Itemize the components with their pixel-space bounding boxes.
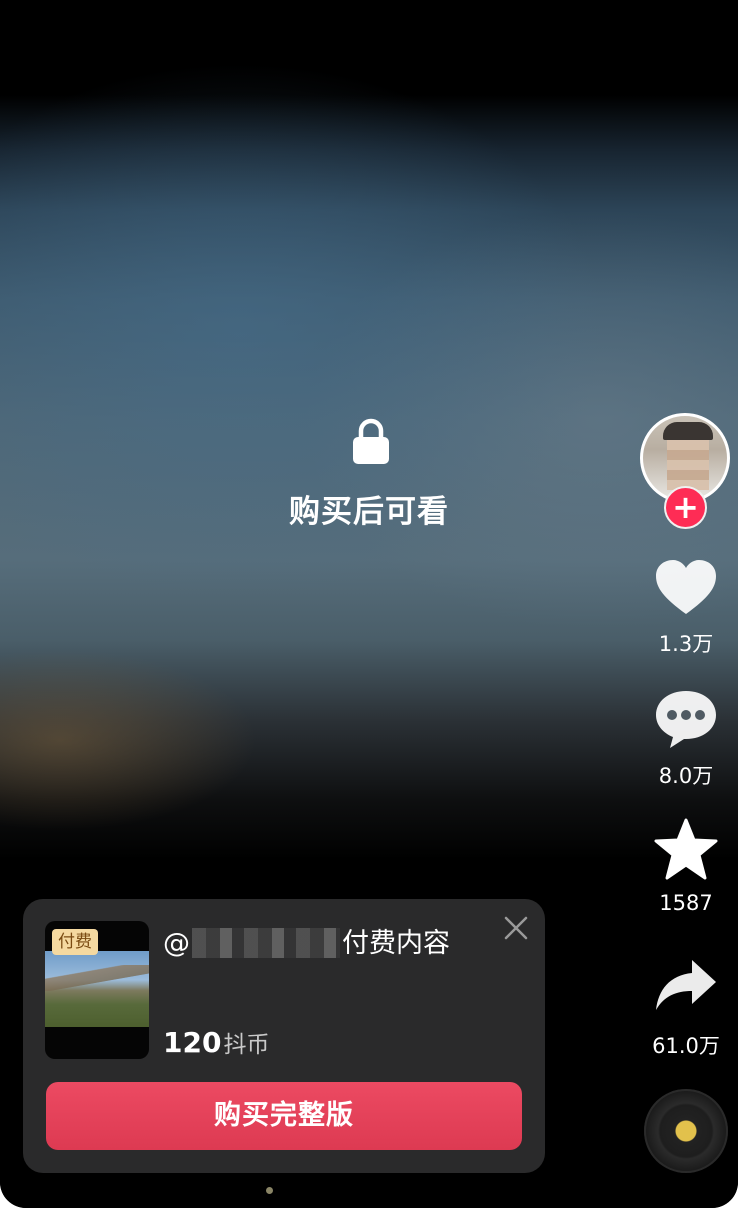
page-indicator-dot [266, 1187, 273, 1194]
locked-message: 购买后可看 [289, 494, 449, 530]
comment-count: 8.0万 [658, 764, 714, 788]
video-screen[interactable]: 购买后可看 + 1.3万 8.0万 1587 61.0万 付费 @ 付费内容 12… [0, 0, 738, 1208]
title-suffix: 付费内容 [342, 928, 450, 959]
price-unit: 抖币 [223, 1032, 270, 1058]
thumbnail-hills [45, 965, 149, 991]
follow-button[interactable]: + [664, 486, 707, 529]
like-count: 1.3万 [658, 632, 714, 656]
price-amount: 120 [163, 1026, 222, 1059]
title-at: @ [163, 928, 190, 959]
lock-icon [353, 418, 389, 464]
share-icon[interactable] [654, 958, 718, 1014]
favorite-count: 1587 [659, 891, 713, 915]
paid-content-title: @ 付费内容 [163, 921, 473, 960]
blurred-username [192, 928, 340, 958]
comment-icon[interactable] [654, 688, 718, 750]
price: 120抖币 [163, 1025, 269, 1059]
music-disc-icon[interactable] [644, 1089, 728, 1173]
star-icon[interactable] [654, 818, 718, 882]
content-thumbnail[interactable]: 付费 [45, 921, 149, 1059]
paid-content-card: 付费 @ 付费内容 120抖币 购买完整版 [23, 899, 545, 1173]
share-count: 61.0万 [652, 1034, 720, 1058]
paid-badge: 付费 [52, 929, 98, 955]
close-icon[interactable] [503, 915, 529, 941]
avatar-hair [663, 422, 713, 440]
heart-icon[interactable] [654, 558, 718, 618]
buy-full-version-button[interactable]: 购买完整版 [46, 1082, 522, 1150]
